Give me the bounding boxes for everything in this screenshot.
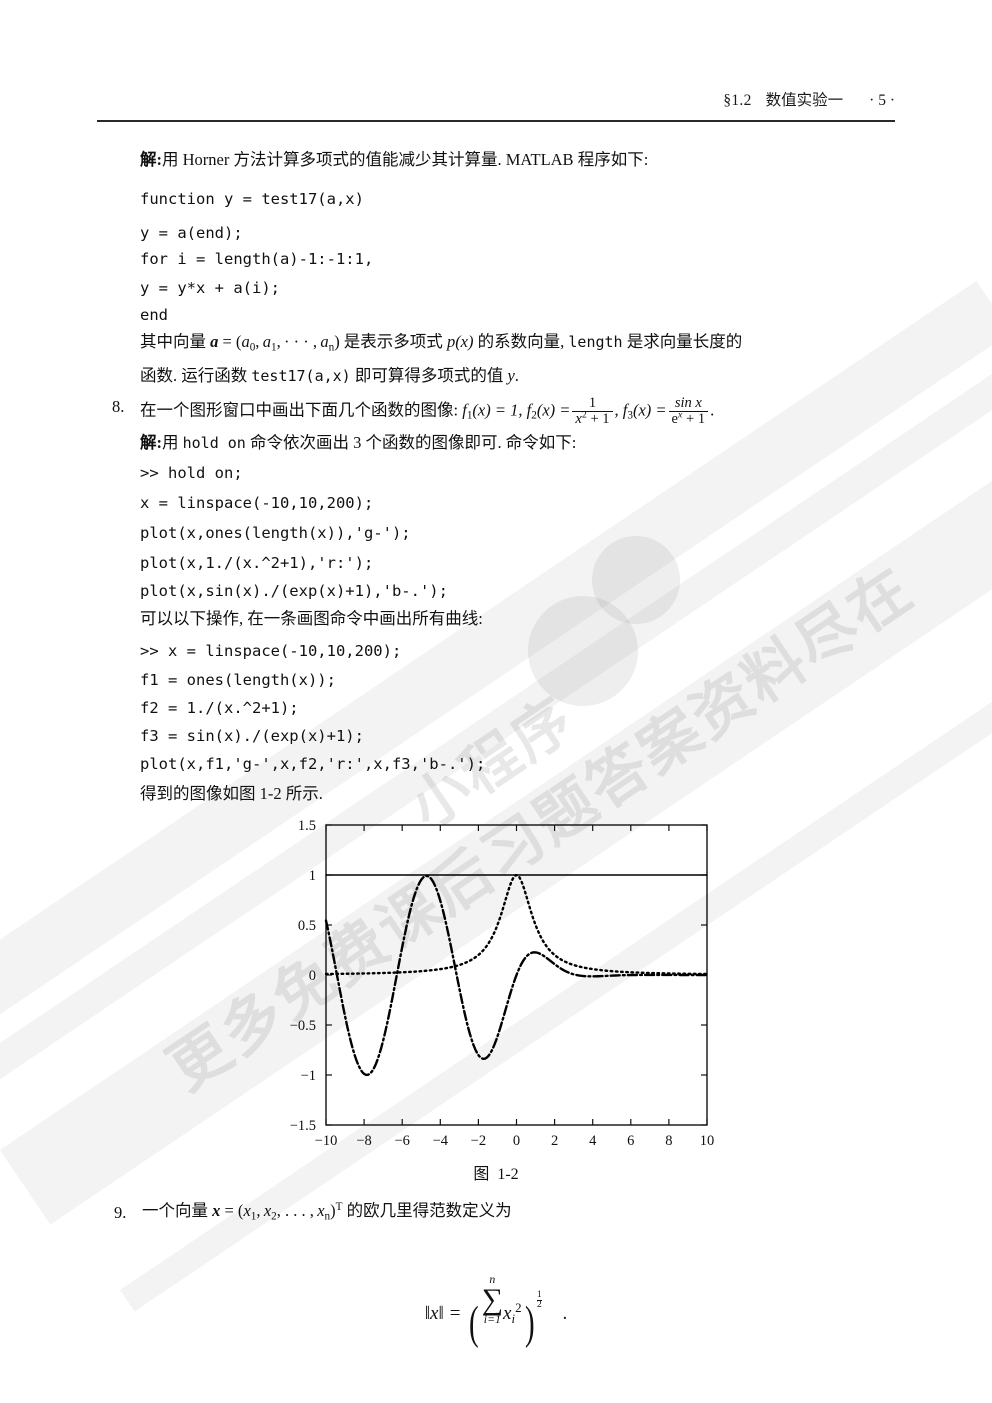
a0: a [241, 332, 250, 351]
header-section: §1.2 [723, 92, 752, 109]
problem-9-number: 9. [114, 1203, 127, 1222]
code-line: plot(x,sin(x)./(exp(x)+1),'b-.'); [140, 582, 448, 600]
p9-post: 的欧几里得范数定义为 [342, 1201, 512, 1220]
problem-8-number: 8. [112, 397, 125, 416]
f3-fraction: sin x ex + 1 [668, 395, 709, 428]
closing-pre: 得到的图像如图 [140, 784, 260, 803]
f3-den-sup: x [678, 409, 683, 421]
problem-8-closing-text: 得到的图像如图 1-2 所示. [140, 784, 323, 803]
f1-eq: (x) = 1, [472, 400, 523, 420]
sum-term-sup: 2 [515, 1299, 522, 1315]
p9-dots: , . . . , [276, 1201, 314, 1220]
f2-den-sup: 2 [581, 409, 587, 421]
problem-8-solution-line: 解:用 hold on 命令依次画出 3 个函数的图像即可. 命令如下: [140, 433, 577, 452]
p9-eq: = ( [220, 1201, 244, 1220]
solution-label-8: 解: [140, 433, 162, 452]
para2-pre: 函数. 运行函数 [140, 366, 252, 385]
code-line: f2 = 1./(x.^2+1); [140, 699, 299, 717]
solution-7-line: 解:用 Horner 方法计算多项式的值能减少其计算量. MATLAB 程序如下… [140, 150, 649, 169]
code-line: end [140, 306, 168, 324]
problem-8-statement: 在一个图形窗口中画出下面几个函数的图像: f1(x) = 1, f2(x) = 1… [140, 395, 715, 428]
para-pre: 其中向量 [140, 332, 211, 351]
hold-on-cmd: hold on [182, 434, 246, 452]
code-line: x = linspace(-10,10,200); [140, 494, 374, 512]
figure-caption-number: 1-2 [497, 1166, 519, 1183]
xn: x [317, 1201, 325, 1220]
y-var: y [507, 366, 515, 385]
page-number: · 5 · [869, 92, 895, 109]
solution-7-text: 用 Horner 方法计算多项式的值能减少其计算量. MATLAB 程序如下: [162, 150, 649, 169]
code-line: y = a(end); [140, 224, 243, 242]
sol8-pre: 用 [162, 433, 183, 452]
length-keyword: length [568, 333, 623, 351]
x1: x [243, 1201, 251, 1220]
code-line: f1 = ones(length(x)); [140, 671, 336, 689]
solution-7-paragraph-line-2: 函数. 运行函数 test17(a,x) 即可算得多项式的值 y. [140, 366, 519, 385]
code-line: >> hold on; [140, 464, 243, 482]
norm-lhs: ‖x‖ = [424, 1303, 462, 1325]
code-line: function y = test17(a,x) [140, 190, 364, 208]
p-of-x: p(x) [446, 332, 474, 351]
header-divider [97, 120, 895, 122]
summation: n ∑ i=1 [482, 1274, 503, 1326]
figure-caption: 图 1-2 [0, 1160, 992, 1184]
closing-fignum: 1-2 [259, 784, 282, 803]
code-line: plot(x,1./(x.^2+1),'r:'); [140, 554, 374, 572]
sol8-post: 命令依次画出 3 个函数的图像即可. 命令如下: [245, 433, 577, 452]
sigma-icon: ∑ [481, 1282, 504, 1316]
exp-num: 1 [537, 1289, 542, 1300]
page-header: §1.2 数值实验一 · 5 · [97, 88, 895, 122]
comma-1: , [614, 400, 619, 420]
figure-caption-label: 图 [473, 1166, 490, 1183]
f3-den-rest: + 1 [686, 411, 706, 428]
header-line: §1.2 数值实验一 · 5 · [97, 88, 895, 110]
f2-fraction: 1 x2 + 1 [572, 395, 613, 428]
left-paren: ( [469, 1297, 479, 1349]
code-line: y = y*x + a(i); [140, 279, 280, 297]
f3-eq: (x) = [632, 400, 667, 420]
f2-numerator: 1 [588, 395, 597, 411]
f2-eq: (x) = [536, 400, 571, 420]
document-page: §1.2 数值实验一 · 5 · 解:用 Horner 方法计算多项式的值能减少其计… [0, 0, 992, 1403]
f3-numerator: sin x [674, 395, 702, 411]
x1-sub: 1 [250, 1210, 257, 1223]
euclidean-norm-formula: ‖x‖ = (n ∑ i=1 xi2) 1 2 . [0, 1274, 992, 1350]
para-mid2: 的系数向量, [473, 332, 569, 351]
a1-sub: 1 [270, 341, 277, 354]
p9-pre: 一个向量 [142, 1201, 213, 1220]
code-line: plot(x,ones(length(x)),'g-'); [140, 524, 411, 542]
para-end: 是求向量长度的 [622, 332, 743, 351]
code-line: >> x = linspace(-10,10,200); [140, 642, 402, 660]
problem-9-statement: 一个向量 x = (x1, x2, . . . , xn)T 的欧几里得范数定义… [142, 1200, 512, 1223]
para2-mid: 即可算得多项式的值 [350, 366, 508, 385]
problem-8-middle-text: 可以以下操作, 在一条画图命令中画出所有曲线: [140, 609, 483, 628]
para-mid: ) 是表示多项式 [334, 332, 447, 351]
an: a [320, 332, 329, 351]
problem-8-text: 在一个图形窗口中画出下面几个函数的图像: [140, 400, 463, 420]
code-line: f3 = sin(x)./(exp(x)+1); [140, 727, 364, 745]
ellipsis: · · · , [284, 332, 318, 351]
sum-lower: i=1 [483, 1313, 501, 1327]
f3-denominator: ex + 1 [668, 409, 709, 428]
right-paren: ) [524, 1297, 535, 1349]
solution-label: 解: [140, 150, 162, 169]
para-eq: = ( [218, 332, 242, 351]
header-title: 数值实验一 [765, 92, 844, 109]
f2-den-rest: + 1 [590, 411, 610, 428]
test17-call: test17(a,x) [251, 367, 351, 385]
f2-denominator: x2 + 1 [572, 409, 613, 428]
a0-sub: 0 [249, 341, 256, 354]
code-line: for i = length(a)-1:-1:1, [140, 250, 374, 268]
exponent-half: 12 [537, 1289, 542, 1311]
period-1: . [710, 400, 715, 420]
para2-end: . [514, 366, 519, 385]
a1: a [262, 332, 271, 351]
code-line: plot(x,f1,'g-',x,f2,'r:',x,f3,'b-.'); [140, 755, 486, 773]
solution-7-paragraph-line-1: 其中向量 a = (a0, a1, · · · , an) 是表示多项式 p(x… [140, 332, 743, 354]
formula-period: . [562, 1303, 568, 1325]
closing-post: 所示. [281, 784, 323, 803]
exp-den: 2 [537, 1300, 542, 1311]
